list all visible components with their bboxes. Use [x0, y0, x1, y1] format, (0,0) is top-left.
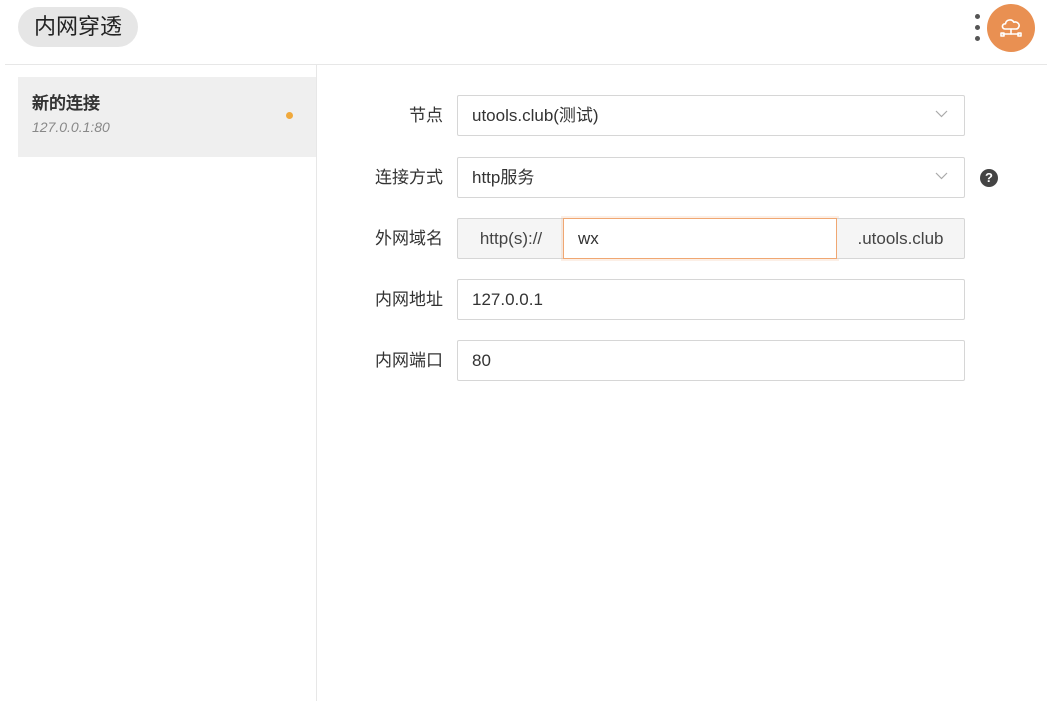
cloud-network-icon[interactable]	[987, 4, 1035, 52]
domain-prefix: http(s)://	[457, 218, 564, 259]
domain-row: 外网域名 http(s):// .utools.club	[340, 218, 965, 259]
domain-input[interactable]	[563, 218, 837, 259]
app-header: 内网穿透	[0, 0, 1049, 64]
header-divider	[5, 64, 1047, 65]
domain-suffix: .utools.club	[837, 218, 965, 259]
chevron-down-icon	[935, 172, 948, 180]
connection-status-dot	[286, 112, 293, 119]
local-port-input[interactable]	[457, 340, 965, 381]
method-row: 连接方式 http服务	[340, 157, 965, 198]
sidebar-divider	[316, 65, 317, 701]
help-icon[interactable]: ?	[980, 169, 998, 187]
connection-address: 127.0.0.1:80	[32, 119, 110, 135]
local-port-label: 内网端口	[375, 351, 443, 370]
more-menu-button[interactable]	[970, 12, 986, 44]
connection-name: 新的连接	[32, 94, 100, 113]
local-port-row: 内网端口	[340, 340, 965, 381]
more-vertical-icon-dot	[975, 25, 980, 30]
connection-list-item[interactable]: 新的连接 127.0.0.1:80	[18, 77, 316, 157]
node-row: 节点 utools.club(测试)	[340, 95, 965, 136]
method-select-value: http服务	[472, 168, 535, 187]
node-select[interactable]: utools.club(测试)	[457, 95, 965, 136]
method-label: 连接方式	[375, 168, 443, 187]
local-address-label: 内网地址	[375, 290, 443, 309]
more-vertical-icon-dot	[975, 36, 980, 41]
more-vertical-icon	[975, 14, 980, 19]
local-address-row: 内网地址	[340, 279, 965, 320]
node-select-value: utools.club(测试)	[472, 106, 599, 125]
page-title: 内网穿透	[18, 7, 139, 47]
method-select[interactable]: http服务	[457, 157, 965, 198]
node-label: 节点	[409, 106, 443, 125]
chevron-down-icon	[935, 110, 948, 118]
domain-label: 外网域名	[375, 229, 443, 248]
local-address-input[interactable]	[457, 279, 965, 320]
